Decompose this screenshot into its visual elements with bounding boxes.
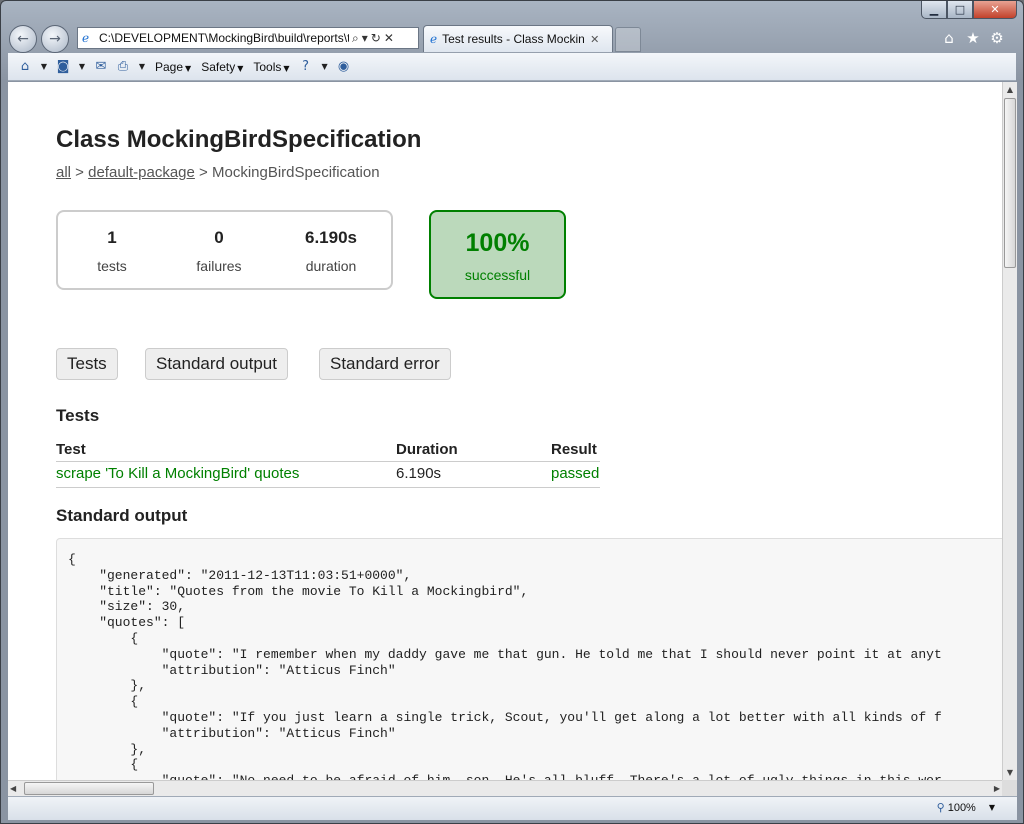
- home-icon[interactable]: ⌂: [941, 29, 957, 47]
- tab-tests[interactable]: Tests: [56, 348, 118, 380]
- address-bar[interactable]: ℯ C:\DEVELOPMENT\MockingBird\build\repor…: [77, 27, 419, 49]
- browser-window: ▁ □ ✕ ← → ℯ C:\DEVELOPMENT\MockingBird\b…: [0, 0, 1024, 824]
- scrollbar-corner: [1002, 780, 1017, 796]
- breadcrumb-separator: >: [71, 164, 89, 181]
- status-bar: ⚲ 100% ▼: [8, 796, 1017, 820]
- standard-output-block[interactable]: { "generated": "2011-12-13T11:03:51+0000…: [56, 538, 1002, 780]
- summary-box: 1 tests 0 failures 6.190s duration: [56, 210, 393, 290]
- horizontal-scrollbar[interactable]: ◀ ▶: [8, 780, 1002, 796]
- research-icon[interactable]: ◉: [335, 59, 353, 74]
- test-duration-cell: 6.190s: [396, 461, 551, 488]
- chevron-down-icon[interactable]: ▼: [38, 62, 50, 71]
- chevron-down-icon[interactable]: ▼: [76, 62, 88, 71]
- page-title: Class MockingBirdSpecification: [56, 126, 422, 153]
- refresh-icon[interactable]: ↻: [371, 31, 381, 45]
- tab-standard-error[interactable]: Standard error: [319, 348, 451, 380]
- maximize-button[interactable]: □: [947, 1, 973, 19]
- scroll-right-arrow-icon[interactable]: ▶: [994, 781, 1000, 796]
- forward-button[interactable]: →: [41, 25, 69, 53]
- breadcrumb-separator: >: [194, 164, 212, 181]
- zoom-icon: ⚲: [936, 801, 945, 814]
- tab-test-results[interactable]: ℯ Test results - Class Mockin... ✕: [423, 25, 613, 52]
- scroll-up-arrow-icon[interactable]: ▲: [1003, 82, 1017, 97]
- zoom-dropdown-icon[interactable]: ▼: [989, 803, 995, 812]
- back-button[interactable]: ←: [9, 25, 37, 53]
- tests-heading: Tests: [56, 406, 100, 425]
- command-bar: ⌂ ▼ ◙ ▼ ✉ ⎙ ▼ Page ▼ Safety ▼ Tools ▼ ? ▼ ◉: [8, 53, 1016, 81]
- search-icon[interactable]: ⌕: [352, 31, 359, 46]
- test-name-cell: scrape 'To Kill a MockingBird' quotes: [56, 461, 396, 488]
- horizontal-scroll-thumb[interactable]: [24, 782, 154, 795]
- breadcrumb-link-all[interactable]: all: [56, 164, 71, 181]
- address-url[interactable]: C:\DEVELOPMENT\MockingBird\build\reports…: [99, 31, 349, 45]
- column-header-result: Result: [551, 441, 600, 462]
- scroll-left-arrow-icon[interactable]: ◀: [10, 781, 16, 796]
- stat-tests: 1 tests: [84, 228, 140, 274]
- test-result-cell: passed: [551, 461, 600, 488]
- failures-count: 0: [214, 228, 224, 247]
- success-label: successful: [464, 267, 531, 283]
- tests-label: tests: [97, 258, 127, 274]
- tab-close-icon[interactable]: ✕: [590, 33, 599, 46]
- breadcrumb: all > default-package > MockingBirdSpeci…: [56, 164, 380, 181]
- duration-label: duration: [305, 258, 357, 274]
- tests-count: 1: [107, 228, 117, 247]
- duration-value: 6.190s: [305, 228, 357, 247]
- breadcrumb-link-package[interactable]: default-package: [88, 164, 195, 181]
- address-dropdown-icon[interactable]: ▾: [362, 31, 368, 45]
- chevron-down-icon[interactable]: ▼: [319, 62, 331, 71]
- zoom-level: 100%: [947, 801, 976, 814]
- success-percent: 100%: [465, 229, 530, 257]
- menu-safety[interactable]: Safety ▼: [198, 60, 246, 74]
- favorites-star-icon[interactable]: ★: [965, 29, 981, 47]
- tools-gear-icon[interactable]: ⚙: [989, 29, 1005, 47]
- vertical-scrollbar[interactable]: ▲ ▼: [1002, 82, 1017, 780]
- menu-page[interactable]: Page ▼: [152, 60, 194, 74]
- navigation-bar: ← → ℯ C:\DEVELOPMENT\MockingBird\build\r…: [7, 23, 1017, 53]
- table-row: scrape 'To Kill a MockingBird' quotes 6.…: [56, 461, 600, 488]
- ie-page-icon: ℯ: [82, 30, 90, 45]
- tab-standard-output[interactable]: Standard output: [145, 348, 288, 380]
- close-window-button[interactable]: ✕: [973, 1, 1017, 19]
- vertical-scroll-thumb[interactable]: [1004, 98, 1016, 268]
- failures-label: failures: [196, 258, 242, 274]
- page-viewport: Class MockingBirdSpecification all > def…: [8, 82, 1002, 780]
- help-icon[interactable]: ?: [297, 59, 315, 74]
- new-tab-button[interactable]: [615, 27, 641, 52]
- tab-title: Test results - Class Mockin...: [442, 32, 585, 46]
- breadcrumb-current: MockingBirdSpecification: [211, 164, 380, 181]
- standard-output-heading: Standard output: [56, 506, 188, 525]
- ie-tab-icon: ℯ: [430, 32, 438, 46]
- zoom-control[interactable]: ⚲ 100% ▼: [937, 801, 995, 814]
- stop-icon[interactable]: ✕: [384, 31, 394, 45]
- stat-failures: 0 failures: [186, 228, 252, 274]
- minimize-button[interactable]: ▁: [921, 1, 947, 19]
- rss-feed-icon[interactable]: ◙: [54, 59, 72, 74]
- column-header-duration: Duration: [396, 441, 551, 462]
- scroll-down-arrow-icon[interactable]: ▼: [1003, 765, 1017, 780]
- browser-right-icons: ⌂ ★ ⚙: [941, 29, 1005, 47]
- mail-icon[interactable]: ✉: [92, 59, 110, 74]
- success-rate-box: 100% successful: [429, 210, 566, 299]
- table-header-row: Test Duration Result: [56, 441, 600, 462]
- print-icon[interactable]: ⎙: [114, 59, 132, 74]
- menu-tools[interactable]: Tools ▼: [250, 60, 292, 74]
- stat-duration: 6.190s duration: [296, 228, 366, 274]
- tests-table: Test Duration Result scrape 'To Kill a M…: [56, 441, 600, 488]
- home-icon[interactable]: ⌂: [16, 59, 34, 74]
- column-header-test: Test: [56, 441, 396, 462]
- window-caption-buttons: ▁ □ ✕: [921, 1, 1017, 19]
- chevron-down-icon[interactable]: ▼: [136, 62, 148, 71]
